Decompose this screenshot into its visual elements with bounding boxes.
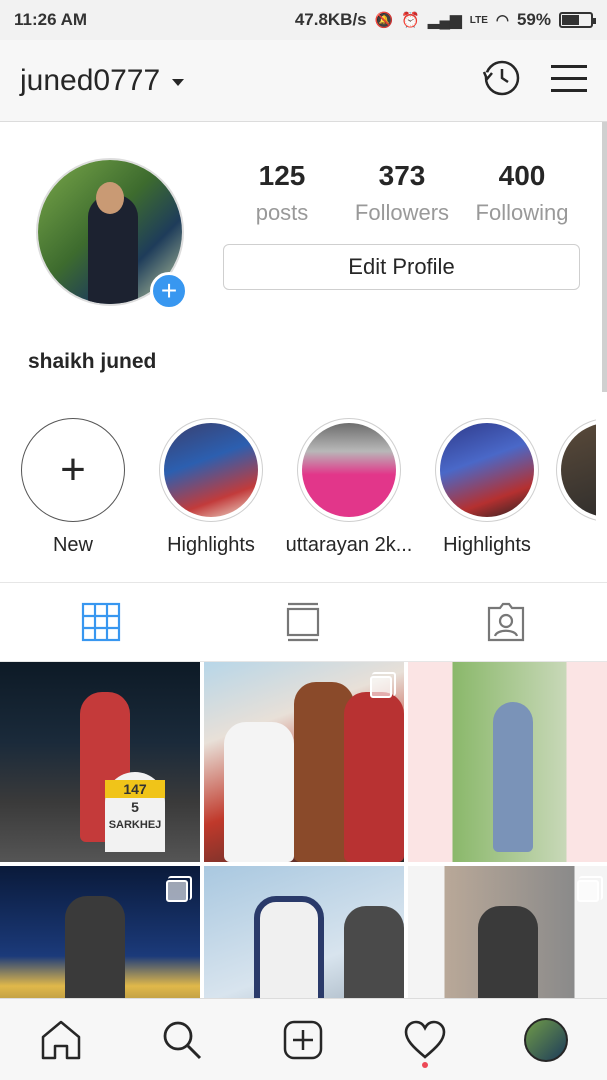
stat-label: Following <box>475 200 569 225</box>
nav-home[interactable] <box>31 1010 91 1070</box>
profile-header: juned0777 <box>0 40 607 122</box>
posts-grid: 147 5 SARKHEJ <box>0 662 607 998</box>
add-post-icon <box>284 1020 323 1059</box>
stat-value: 400 <box>498 160 546 191</box>
post-thumbnail[interactable] <box>408 662 607 862</box>
edit-profile-button[interactable]: Edit Profile <box>223 244 580 290</box>
milestone-km: 5 <box>131 799 139 815</box>
network-speed: 47.8KB/s <box>294 10 367 29</box>
post-thumbnail[interactable]: 147 5 SARKHEJ <box>0 662 200 862</box>
add-story-icon[interactable]: + <box>150 272 188 310</box>
highlight-item[interactable]: Highlights <box>142 418 280 578</box>
archive-history-icon[interactable] <box>481 58 521 103</box>
profile-tabs <box>0 582 607 662</box>
tagged-icon <box>487 602 524 642</box>
highlight-item[interactable]: Highlights <box>418 418 556 578</box>
heart-icon <box>404 1020 446 1059</box>
highlight-label: Highlights <box>443 534 531 556</box>
menu-icon[interactable] <box>551 63 587 98</box>
search-icon <box>163 1021 202 1059</box>
highlight-label: Highlights <box>167 534 255 556</box>
story-highlights: + New Highlights uttarayan 2k... Highlig… <box>0 418 607 578</box>
milestone-place: SARKHEJ <box>108 819 162 831</box>
nav-new-post[interactable] <box>273 1010 333 1070</box>
feed-icon <box>287 602 320 642</box>
profile-stats: 125 posts 373 Followers 400 Following <box>222 160 582 226</box>
wifi-icon: ◠ <box>495 12 509 29</box>
stat-label: posts <box>255 200 309 225</box>
profile-avatar-icon <box>524 1017 569 1062</box>
highlight-new[interactable]: + New <box>4 418 142 578</box>
highlight-label: uttarayan 2k... <box>285 534 413 556</box>
status-icons: 47.8KB/s 🔕 ⏰ ▂▄▆ LTE ◠ 59% <box>294 10 596 30</box>
nav-activity[interactable] <box>395 1010 455 1070</box>
stat-value: 125 <box>258 160 306 191</box>
full-name: shaikh juned <box>28 350 157 373</box>
highlight-cover <box>297 418 401 522</box>
volte-icon: LTE <box>469 14 488 26</box>
highlight-cover <box>159 418 263 522</box>
milestone-number: 147 <box>105 780 165 798</box>
tab-tagged[interactable] <box>405 583 607 661</box>
multi-photo-icon <box>166 876 192 902</box>
tab-grid[interactable] <box>0 583 202 661</box>
post-thumbnail[interactable] <box>204 662 404 862</box>
highlight-cover <box>556 418 596 522</box>
grid-icon <box>82 602 121 642</box>
signal-icon: ▂▄▆ <box>428 12 462 29</box>
highlight-item-partial[interactable] <box>556 418 596 578</box>
account-switcher[interactable]: juned0777 <box>20 63 185 98</box>
nav-profile[interactable] <box>516 1010 576 1070</box>
multi-photo-icon <box>370 672 396 698</box>
profile-section: + 125 posts 373 Followers 400 Following … <box>0 122 607 582</box>
battery-percent: 59% <box>516 10 551 29</box>
following-count[interactable]: 400 Following <box>462 160 582 226</box>
followers-count[interactable]: 373 Followers <box>342 160 462 226</box>
posts-count[interactable]: 125 posts <box>222 160 342 226</box>
stat-label: Followers <box>354 200 450 225</box>
tab-feed[interactable] <box>202 583 404 661</box>
status-bar: 11:26 AM 47.8KB/s 🔕 ⏰ ▂▄▆ LTE ◠ 59% <box>0 0 607 40</box>
stat-value: 373 <box>378 160 426 191</box>
post-thumbnail[interactable] <box>408 866 607 998</box>
notification-dot <box>421 1061 428 1068</box>
plus-icon: + <box>60 445 86 494</box>
chevron-down-icon <box>172 79 185 86</box>
alarm-icon: ⏰ <box>401 12 421 29</box>
battery-icon <box>559 12 596 28</box>
bottom-navigation <box>0 998 607 1080</box>
post-thumbnail[interactable] <box>204 866 404 998</box>
home-icon <box>41 1020 80 1059</box>
new-highlight-circle: + <box>21 418 125 522</box>
highlight-label: New <box>52 534 93 556</box>
mute-icon: 🔕 <box>374 12 394 29</box>
highlight-cover <box>435 418 539 522</box>
status-time: 11:26 AM <box>14 10 88 29</box>
post-thumbnail[interactable] <box>0 866 200 998</box>
highlight-item[interactable]: uttarayan 2k... <box>280 418 418 578</box>
nav-search[interactable] <box>152 1010 212 1070</box>
multi-photo-icon <box>577 876 603 902</box>
username-label: juned0777 <box>20 63 161 97</box>
